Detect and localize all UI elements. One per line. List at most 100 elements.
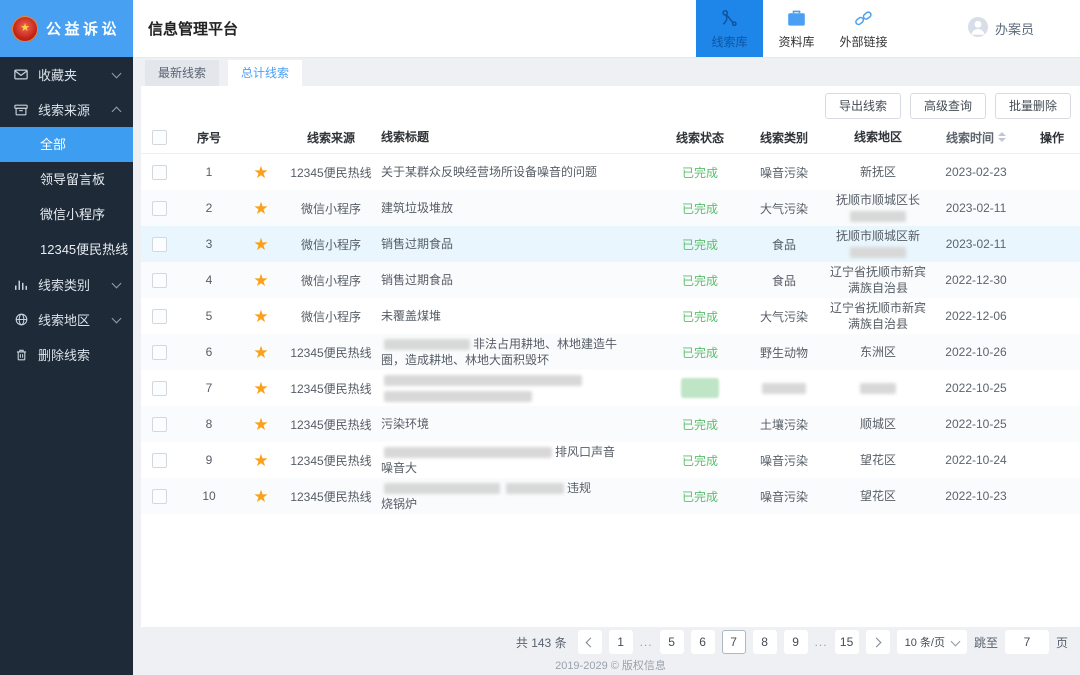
star-icon[interactable]: ★ [253,308,268,325]
cell-star: ★ [241,370,281,406]
sidebar-item-delete-clues[interactable]: 删除线索 [0,337,133,372]
title-text: 非法占用耕地、林地建造牛圈，造成耕地、林地大面积毁坏 [381,336,650,368]
time-text: 2023-02-11 [946,201,1007,215]
batch-delete-button[interactable]: 批量删除 [995,93,1071,119]
page-button-9[interactable]: 9 [784,630,808,654]
cell-region [828,370,928,406]
export-clues-button[interactable]: 导出线索 [825,93,901,119]
cell-time: 2023-02-23 [928,154,1024,190]
user-avatar-icon [967,16,989,41]
source-text: 12345便民热线 [290,164,371,181]
sort-ascending-icon[interactable] [998,132,1006,136]
cell-text: 大气污染 [760,310,808,324]
time-text: 2022-12-30 [945,273,1006,287]
cell-title: 销售过期食品 [381,226,660,262]
cell-status: 已完成 [660,478,740,514]
column-label: 序号 [197,129,221,146]
cell-source: 微信小程序 [281,190,381,226]
cell-star: ★ [241,262,281,298]
star-icon[interactable]: ★ [253,344,268,361]
sidebar-item-clue-region[interactable]: 线索地区 [0,302,133,337]
row-checkbox[interactable] [152,273,167,288]
page-button-1[interactable]: 1 [609,630,633,654]
table-row[interactable]: 4★微信小程序销售过期食品已完成食品辽宁省抚顺市新宾满族自治县2022-12-3… [141,262,1080,298]
row-checkbox[interactable] [152,345,167,360]
next-page-button[interactable] [866,630,890,654]
cell-text: 圈，造成耕地、林地大面积毁坏 [381,353,549,367]
row-checkbox[interactable] [152,489,167,504]
page-button-15[interactable]: 15 [835,630,859,654]
brand-title: 公益诉讼 [46,18,120,39]
star-icon[interactable]: ★ [253,272,268,289]
cell-no: 8 [177,406,241,442]
redacted-text [384,483,500,494]
source-text: 微信小程序 [301,272,361,289]
sidebar-item-clue-category[interactable]: 线索类别 [0,267,133,302]
table-body: 1★12345便民热线关于某群众反映经营场所设备噪音的问题已完成噪音污染新抚区2… [141,154,1080,514]
row-checkbox[interactable] [152,165,167,180]
user-menu[interactable]: 办案员 [967,0,1034,57]
row-checkbox[interactable] [152,309,167,324]
prev-page-button[interactable] [578,630,602,654]
select-all-checkbox[interactable] [152,130,167,145]
sidebar-item-clue-source[interactable]: 线索来源 [0,92,133,127]
cell-region: 望花区 [828,478,928,514]
row-number: 6 [206,345,213,359]
tab-total-clues[interactable]: 总计线索 [228,60,302,86]
sidebar-subitem-wechat-mini-program[interactable]: 微信小程序 [0,197,133,232]
table-row[interactable]: 3★微信小程序销售过期食品已完成食品抚顺市顺城区新2023-02-11 [141,226,1080,262]
cell-no: 3 [177,226,241,262]
advanced-query-button[interactable]: 高级查询 [910,93,986,119]
column-label: 线索标题 [381,129,429,145]
page-button-6[interactable]: 6 [691,630,715,654]
sidebar-subitem-12345-hotline[interactable]: 12345便民热线 [0,232,133,267]
nav-item-data-library[interactable]: 资料库 [763,0,830,57]
status-text: 已完成 [682,308,718,325]
row-checkbox[interactable] [152,237,167,252]
cell-text: 食品 [772,274,796,288]
cell-checkbox [141,478,177,514]
star-icon[interactable]: ★ [253,236,268,253]
nav-item-external-links[interactable]: 外部链接 [830,0,897,57]
sidebar-item-favorites[interactable]: 收藏夹 [0,57,133,92]
row-checkbox[interactable] [152,453,167,468]
table-row[interactable]: 1★12345便民热线关于某群众反映经营场所设备噪音的问题已完成噪音污染新抚区2… [141,154,1080,190]
page-button-7[interactable]: 7 [722,630,746,654]
cell-text: 噪音污染 [760,454,808,468]
page-size-select[interactable]: 10 条/页 [897,630,967,654]
star-icon[interactable]: ★ [253,200,268,217]
row-checkbox[interactable] [152,381,167,396]
cell-text: 辽宁省抚顺市新宾满族自治县 [830,301,926,331]
row-checkbox[interactable] [152,201,167,216]
table-row[interactable]: 6★12345便民热线非法占用耕地、林地建造牛圈，造成耕地、林地大面积毁坏已完成… [141,334,1080,370]
table-row[interactable]: 10★12345便民热线违规烧锅炉已完成噪音污染望花区2022-10-23 [141,478,1080,514]
jump-page-input[interactable] [1005,630,1049,654]
cell-star: ★ [241,406,281,442]
chevron-down-icon [112,278,122,288]
star-icon[interactable]: ★ [253,416,268,433]
sidebar-subitem-leader-message-board[interactable]: 领导留言板 [0,162,133,197]
table-row[interactable]: 5★微信小程序未覆盖煤堆已完成大气污染辽宁省抚顺市新宾满族自治县2022-12-… [141,298,1080,334]
nav-item-clue-library[interactable]: 线索库 [696,0,763,57]
cell-text: 未覆盖煤堆 [381,309,441,323]
table-row[interactable]: 7★12345便民热线2022-10-25 [141,370,1080,406]
cell-no: 9 [177,442,241,478]
page-button-8[interactable]: 8 [753,630,777,654]
table-row[interactable]: 8★12345便民热线污染环境已完成土壤污染顺城区2022-10-25 [141,406,1080,442]
sidebar-subitem-all[interactable]: 全部 [0,127,133,162]
col-select-all [141,121,177,153]
table-row[interactable]: 2★微信小程序建筑垃圾堆放已完成大气污染抚顺市顺城区长2023-02-11 [141,190,1080,226]
cell-time: 2022-10-25 [928,406,1024,442]
star-icon[interactable]: ★ [253,164,268,181]
sort-descending-icon[interactable] [998,138,1006,142]
star-icon[interactable]: ★ [253,452,268,469]
star-icon[interactable]: ★ [253,380,268,397]
table-row[interactable]: 9★12345便民热线排风口声音噪音大已完成噪音污染望花区2022-10-24 [141,442,1080,478]
star-icon[interactable]: ★ [253,488,268,505]
pagination-ellipsis: ... [815,635,828,649]
row-checkbox[interactable] [152,417,167,432]
tab-latest-clues[interactable]: 最新线索 [145,60,219,86]
cell-no: 2 [177,190,241,226]
page-button-5[interactable]: 5 [660,630,684,654]
cell-actions [1024,190,1080,226]
